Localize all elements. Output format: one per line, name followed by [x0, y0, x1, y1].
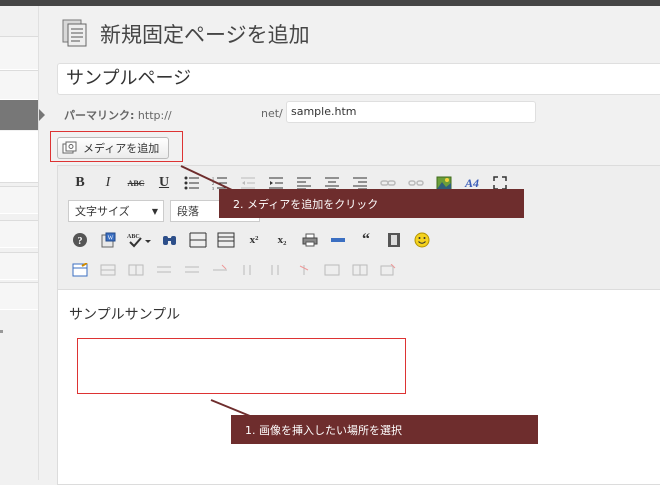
admin-top-bar — [0, 0, 660, 6]
chevron-down-icon: ▼ — [151, 206, 158, 216]
post-title-input[interactable]: サンプルページ — [57, 63, 660, 95]
sidebar-submenu — [0, 131, 38, 183]
sidebar-item-5[interactable] — [0, 252, 38, 280]
sidebar-item-4[interactable] — [0, 220, 38, 248]
help-icon[interactable]: ? — [68, 230, 92, 250]
font-size-select[interactable]: 文字サイズ ▼ — [68, 200, 164, 222]
sidebar-item-pages-active[interactable] — [0, 100, 38, 130]
permalink-row: パーマリンク: http:// — [64, 107, 172, 123]
blockquote-icon[interactable]: “ — [354, 230, 378, 250]
page-title: 新規固定ページを追加 — [100, 23, 310, 47]
delete-col-icon[interactable] — [292, 260, 316, 280]
italic-icon[interactable]: I — [96, 173, 120, 193]
delete-table-icon[interactable] — [376, 260, 400, 280]
sidebar-item-3[interactable] — [0, 186, 38, 214]
toolbar-row-4 — [68, 260, 404, 280]
bold-icon[interactable]: B — [68, 173, 92, 193]
permalink-label: パーマリンク: — [64, 109, 135, 122]
insertion-point-highlight — [77, 338, 406, 394]
insert-col-after-icon[interactable] — [264, 260, 288, 280]
active-menu-arrow — [38, 108, 45, 122]
spellcheck-icon[interactable]: ABC — [124, 230, 154, 250]
sidebar-item-6[interactable] — [0, 282, 38, 310]
insert-row-before-icon[interactable] — [186, 230, 210, 250]
strikethrough-icon[interactable]: ABC — [124, 173, 148, 193]
add-media-button[interactable]: メディアを追加 — [57, 137, 169, 159]
table-row-props-icon[interactable] — [96, 260, 120, 280]
insert-table-icon[interactable] — [68, 260, 92, 280]
content-divider — [38, 6, 39, 480]
superscript-icon[interactable]: x² — [242, 230, 266, 250]
paragraph-select-label: 段落 — [177, 205, 199, 218]
svg-text:ABC: ABC — [127, 234, 140, 240]
sidebar-item-1[interactable] — [0, 36, 38, 70]
table-cell-props-icon[interactable] — [124, 260, 148, 280]
split-cells-icon[interactable] — [320, 260, 344, 280]
sidebar-item-2[interactable] — [0, 70, 38, 100]
editor-body-text[interactable]: サンプルサンプル — [69, 304, 180, 324]
subscript-icon[interactable]: x₂ — [270, 230, 294, 250]
admin-sidebar — [0, 6, 38, 480]
editor-toolbar: B I ABC U 123 A4 文字サイズ ▼ 段落 ? W ABC x² x… — [58, 166, 660, 290]
bullet-list-icon[interactable] — [180, 173, 204, 193]
insert-row-after-icon[interactable] — [214, 230, 238, 250]
permalink-base: http:// — [137, 109, 172, 122]
pages-icon — [60, 18, 90, 48]
add-media-label: メディアを追加 — [83, 142, 160, 155]
media-icon — [62, 141, 78, 155]
delete-row-icon[interactable] — [208, 260, 232, 280]
print-icon[interactable] — [298, 230, 322, 250]
permalink-net: net/ — [261, 107, 283, 120]
paste-word-icon[interactable]: W — [96, 230, 120, 250]
font-size-select-label: 文字サイズ — [75, 205, 130, 218]
underline-icon[interactable]: U — [152, 173, 176, 193]
find-icon[interactable] — [158, 230, 182, 250]
media-filmstrip-icon[interactable] — [382, 230, 406, 250]
toolbar-row-3: ? W ABC x² x₂ “ — [68, 230, 438, 250]
slug-input[interactable]: sample.htm — [286, 101, 536, 123]
callout-step1: 1. 画像を挿入したい場所を選択 — [231, 415, 538, 444]
svg-text:W: W — [108, 236, 114, 242]
callout-step2: 2. メディアを追加をクリック — [219, 189, 524, 218]
sidebar-dot — [0, 330, 3, 333]
insert-row-before-disabled-icon[interactable] — [152, 260, 176, 280]
svg-text:3: 3 — [212, 186, 214, 190]
horizontal-rule-icon[interactable] — [326, 230, 350, 250]
insert-col-before-icon[interactable] — [236, 260, 260, 280]
svg-text:?: ? — [78, 236, 83, 247]
insert-row-after-disabled-icon[interactable] — [180, 260, 204, 280]
merge-cells-icon[interactable] — [348, 260, 372, 280]
emoticon-icon[interactable] — [410, 230, 434, 250]
